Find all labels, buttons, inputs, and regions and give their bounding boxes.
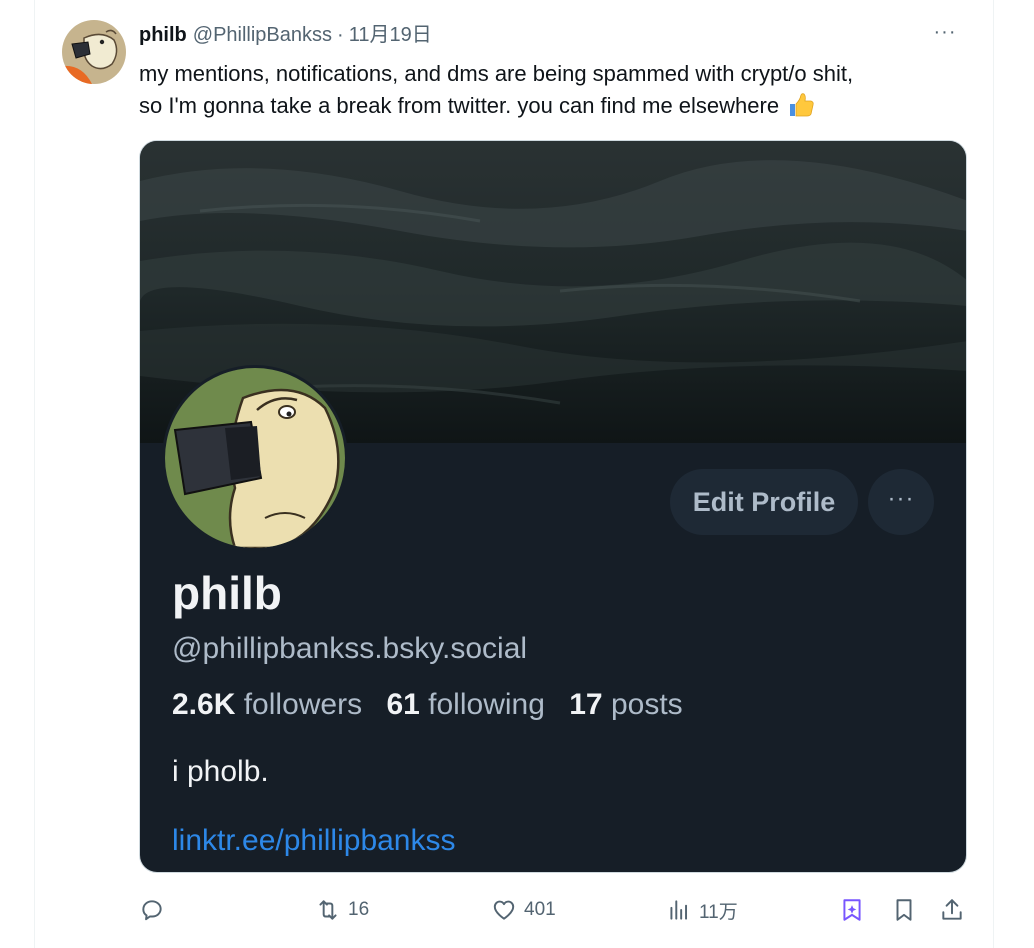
tweet[interactable]: philb @PhillipBankss · 11月19日 ··· my men… <box>34 0 994 948</box>
heart-icon <box>493 900 515 920</box>
more-options-button[interactable]: ··· <box>927 22 963 50</box>
profile-handle: @phillipbankss.bsky.social <box>172 632 528 665</box>
tweet-text-line-1: my mentions, notifications, and dms are … <box>139 61 854 86</box>
profile-link[interactable]: linktr.ee/phillipbankss <box>172 821 456 861</box>
tweet-text-line-2-content: so I'm gonna take a break from twitter. … <box>139 93 780 118</box>
following-label: following <box>428 688 545 721</box>
profile-bio: i pholb. <box>172 755 269 788</box>
profile-more-button[interactable]: ··· <box>868 469 934 535</box>
like-count: 401 <box>524 899 556 920</box>
profile-stats: 2.6K followers 61 following 17 posts <box>172 685 683 725</box>
profile-avatar <box>162 365 348 551</box>
posts-count: 17 <box>569 688 603 721</box>
grok-icon <box>843 899 861 921</box>
tweet-date[interactable]: 11月19日 <box>349 22 432 48</box>
views-count: 11万 <box>699 901 738 923</box>
like-button[interactable]: 401 <box>491 893 556 927</box>
action-bar: 16 401 11万 <box>139 893 962 927</box>
author-name[interactable]: philb <box>139 22 187 48</box>
retweet-button[interactable]: 16 <box>315 893 369 927</box>
separator-dot: · <box>337 24 344 46</box>
posts-label: posts <box>610 688 683 721</box>
tweet-text: my mentions, notifications, and dms are … <box>139 58 979 122</box>
bookmark-icon <box>896 899 912 921</box>
profile-name: philb <box>172 567 282 619</box>
share-button[interactable] <box>939 893 965 927</box>
tweet-text-line-2: so I'm gonna take a break from twitter. … <box>139 90 979 122</box>
edit-profile-button[interactable]: Edit Profile <box>670 469 858 535</box>
reply-icon <box>142 900 162 921</box>
share-icon <box>942 899 962 920</box>
thumbs-up-icon <box>790 93 814 117</box>
followers-label: followers <box>243 688 363 721</box>
following-count: 61 <box>386 688 420 721</box>
followers-count: 2.6K <box>172 688 236 721</box>
author-handle[interactable]: @PhillipBankss <box>193 22 332 48</box>
embedded-profile-image[interactable]: Edit Profile ··· philb @phillipbankss.bs… <box>139 140 967 873</box>
views-button[interactable]: 11万 <box>666 893 738 927</box>
retweet-count: 16 <box>348 899 370 920</box>
views-icon <box>670 900 688 920</box>
author-avatar[interactable] <box>62 20 126 84</box>
tweet-header: philb @PhillipBankss · 11月19日 <box>139 22 432 48</box>
reply-button[interactable] <box>139 893 172 927</box>
bookmark-button[interactable] <box>891 893 917 927</box>
grok-button[interactable] <box>839 893 865 927</box>
retweet-icon <box>319 900 337 920</box>
